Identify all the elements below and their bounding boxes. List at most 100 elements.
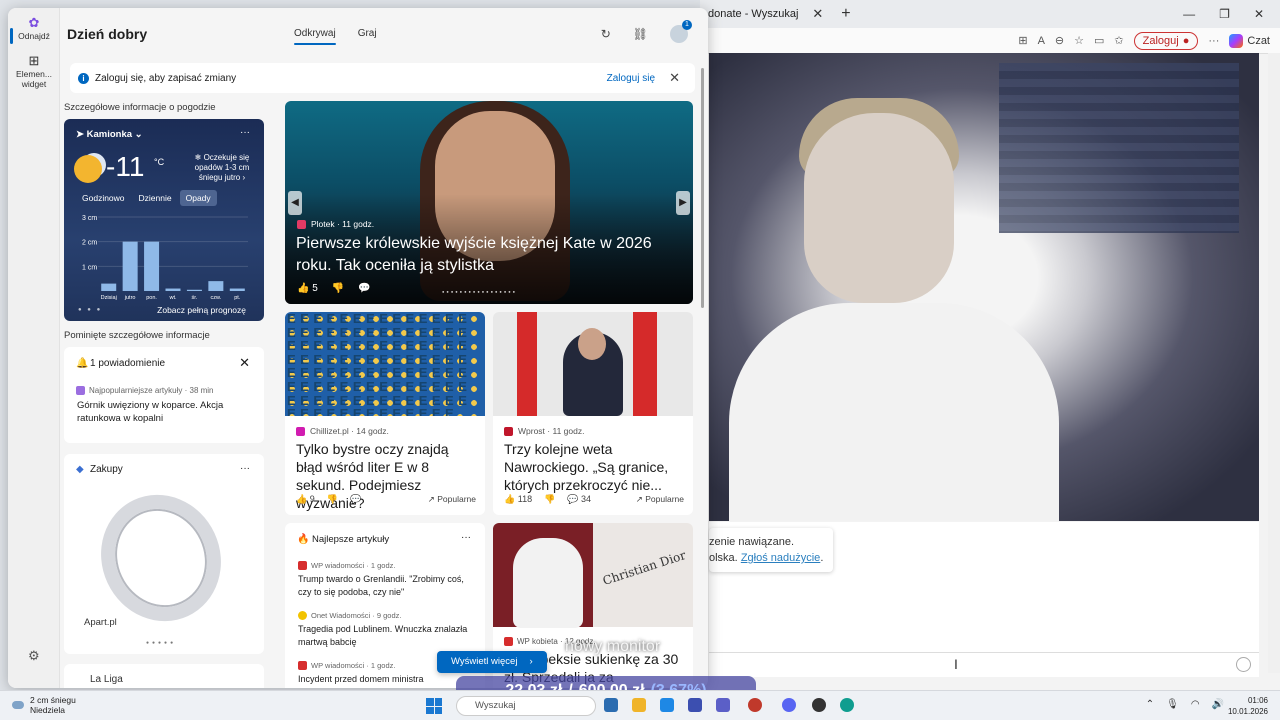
- weather-temperature: -11: [106, 151, 145, 182]
- shopping-card[interactable]: ◆ Zakupy ··· Apart.pl ●●●●●: [64, 454, 264, 654]
- more-circle-icon[interactable]: ⊖: [1055, 34, 1064, 47]
- minimize-icon[interactable]: —: [1183, 7, 1195, 21]
- opera-icon[interactable]: [748, 698, 762, 712]
- profile-login-button[interactable]: Zaloguj ●: [1133, 31, 1199, 50]
- tab-discover[interactable]: Odkrywaj: [294, 28, 336, 45]
- teams-icon[interactable]: [716, 698, 730, 712]
- gear-icon[interactable]: ⚙: [28, 648, 40, 664]
- rail-item-widgets[interactable]: ⊞ Elemen... widget: [8, 54, 60, 89]
- close-window-icon[interactable]: ✕: [1254, 7, 1264, 21]
- top-article-item[interactable]: Onet Wiadomości · 9 godz. Tragedia pod L…: [298, 611, 478, 649]
- taskbar-search[interactable]: Wyszukaj: [456, 696, 596, 716]
- chart-x-tick-label: czw.: [211, 295, 222, 301]
- signin-link[interactable]: Zaloguj się: [607, 73, 655, 84]
- card-actions: 👍 118 👎 💬 34 ↗ Popularne: [504, 494, 684, 505]
- file-explorer-icon[interactable]: [632, 698, 646, 712]
- microphone-icon[interactable]: 🎙: [1166, 699, 1179, 710]
- volume-icon[interactable]: 🔊: [1212, 699, 1224, 710]
- new-tab-icon[interactable]: +: [841, 5, 850, 23]
- weather-full-forecast-link[interactable]: Zobacz pełną prognozę: [157, 305, 246, 315]
- discord-icon[interactable]: [782, 698, 796, 712]
- hero-article[interactable]: ◀ ▶ Plotek · 11 godz. Pierwsze królewski…: [285, 101, 693, 304]
- favorite-star-icon[interactable]: ☆: [1074, 34, 1084, 47]
- chart-bar: [101, 283, 117, 291]
- article-card-letters[interactable]: EEEEEEEEEEEEEEEEEEEEEEEEEEEEEEEEEEEEEEEE…: [285, 312, 485, 515]
- panel-scrollbar[interactable]: [701, 68, 704, 308]
- translate-icon[interactable]: A: [1038, 35, 1045, 47]
- hero-source: Plotek · 11 godz.: [297, 219, 374, 229]
- chevron-up-icon[interactable]: ⌃: [1146, 699, 1154, 710]
- weather-tab-daily[interactable]: Dziennie: [133, 190, 178, 206]
- comment-icon[interactable]: 💬: [350, 494, 361, 505]
- card-source-text: Wprost · 11 godz.: [518, 426, 585, 436]
- chat-input[interactable]: I: [709, 652, 1259, 676]
- shopping-more-icon[interactable]: ···: [240, 463, 250, 474]
- close-icon[interactable]: ✕: [239, 355, 250, 371]
- like-button[interactable]: 👍 9: [296, 494, 315, 505]
- emoji-icon[interactable]: [1236, 657, 1251, 672]
- see-more-button[interactable]: Wyświetl więcej ›: [437, 651, 547, 673]
- browser-tab[interactable]: donate - Wyszukaj ✕: [700, 2, 831, 26]
- favorites-bar-icon[interactable]: ✩: [1114, 34, 1123, 47]
- edge-icon[interactable]: [840, 698, 854, 712]
- store-icon[interactable]: [660, 698, 674, 712]
- close-icon[interactable]: ✕: [669, 70, 680, 86]
- notification-source: Najpopularniejsze artykuły · 38 min: [76, 386, 214, 395]
- hero-prev-icon[interactable]: ◀: [288, 191, 302, 215]
- weather-more-icon[interactable]: ···: [240, 127, 250, 138]
- hero-next-icon[interactable]: ▶: [676, 191, 690, 215]
- apps-icon[interactable]: ⊞: [1018, 34, 1027, 47]
- like-button[interactable]: 👍 118: [504, 494, 532, 505]
- clock[interactable]: 01:06 10.01.2026: [1228, 695, 1268, 717]
- thumbs-down-icon[interactable]: 👎: [544, 494, 555, 505]
- copilot-button[interactable]: Czat: [1229, 33, 1270, 48]
- browser-scrollbar[interactable]: [1268, 53, 1280, 673]
- link-icon[interactable]: ⛓: [633, 27, 648, 41]
- donation-goal-label: nowy monitor: [565, 638, 661, 655]
- dior-brand-text: Christian Dior: [600, 547, 688, 589]
- plotek-logo-icon: [297, 219, 306, 229]
- weather-forecast[interactable]: ❄ Oczekuje się opadów 1-3 cm śniegu jutr…: [182, 153, 262, 183]
- article-card-vetoes[interactable]: Wprost · 11 godz. Trzy kolejne weta Nawr…: [493, 312, 693, 515]
- windows-start-icon[interactable]: [426, 698, 442, 714]
- avatar[interactable]: 1: [670, 20, 692, 43]
- close-tab-icon[interactable]: ✕: [812, 6, 823, 22]
- wifi-icon[interactable]: ◠: [1191, 699, 1200, 710]
- card-title[interactable]: Trzy kolejne weta Nawrockiego. „Są grani…: [504, 440, 684, 494]
- notification-card[interactable]: 🔔 1 powiadomienie ✕ Najpopularniejsze ar…: [64, 347, 264, 443]
- card-likes: 118: [517, 494, 533, 504]
- hero-title[interactable]: Pierwsze królewskie wyjście księżnej Kat…: [296, 233, 676, 277]
- thumbs-down-icon[interactable]: 👎: [327, 494, 338, 505]
- top-article-item[interactable]: WP wiadomości · 1 godz. Trump twardo o G…: [298, 561, 478, 599]
- browser-toolbar: ⊞ A ⊖ ☆ ▭ ✩ Zaloguj ● ··· Czat: [700, 28, 1280, 54]
- taskbar-weather[interactable]: 2 cm śniegu Niedziela: [12, 695, 76, 715]
- chart-bar: [165, 288, 181, 291]
- report-abuse-link[interactable]: Zgłoś nadużycie: [741, 552, 821, 564]
- weather-tab-hourly[interactable]: Godzinowo: [76, 190, 131, 206]
- signin-banner: i Zaloguj się, aby zapisać zmiany Zalogu…: [70, 63, 695, 93]
- comment-button[interactable]: 💬 34: [567, 494, 591, 505]
- weather-location[interactable]: ➤ Kamionka ⌄: [76, 129, 143, 140]
- weather-card[interactable]: ➤ Kamionka ⌄ ··· -11 °C ❄ Oczekuje się o…: [64, 119, 264, 321]
- missed-section-label: Pominięte szczegółowe informacje: [64, 330, 210, 341]
- app-icon[interactable]: [688, 698, 702, 712]
- notification-headline[interactable]: Górnik uwięziony w koparce. Akcja ratunk…: [77, 399, 252, 425]
- fire-icon: 🔥: [297, 534, 310, 545]
- laliga-title: La Liga: [90, 674, 123, 685]
- maximize-icon[interactable]: ❐: [1219, 7, 1230, 21]
- comment-icon[interactable]: 💬: [358, 283, 370, 294]
- extensions-icon[interactable]: ▭: [1094, 34, 1104, 47]
- obs-icon[interactable]: [812, 698, 826, 712]
- thumbs-down-icon[interactable]: 👎: [332, 283, 344, 294]
- weather-tab-precip[interactable]: Opady: [179, 190, 217, 206]
- laliga-card[interactable]: La Liga: [64, 664, 264, 688]
- menu-dots-icon[interactable]: ···: [1208, 35, 1219, 47]
- like-button[interactable]: 👍 5: [297, 283, 318, 294]
- refresh-icon[interactable]: ↻: [601, 27, 611, 41]
- rail-item-discover[interactable]: ✿ Odnajdź: [8, 16, 60, 41]
- widgets-rail: ✿ Odnajdź ⊞ Elemen... widget ⚙: [8, 8, 60, 688]
- tab-play[interactable]: Graj: [358, 28, 377, 39]
- popular-badge: ↗ Popularne: [636, 494, 684, 505]
- task-view-icon[interactable]: [604, 698, 618, 712]
- top-articles-more-icon[interactable]: ···: [461, 532, 471, 543]
